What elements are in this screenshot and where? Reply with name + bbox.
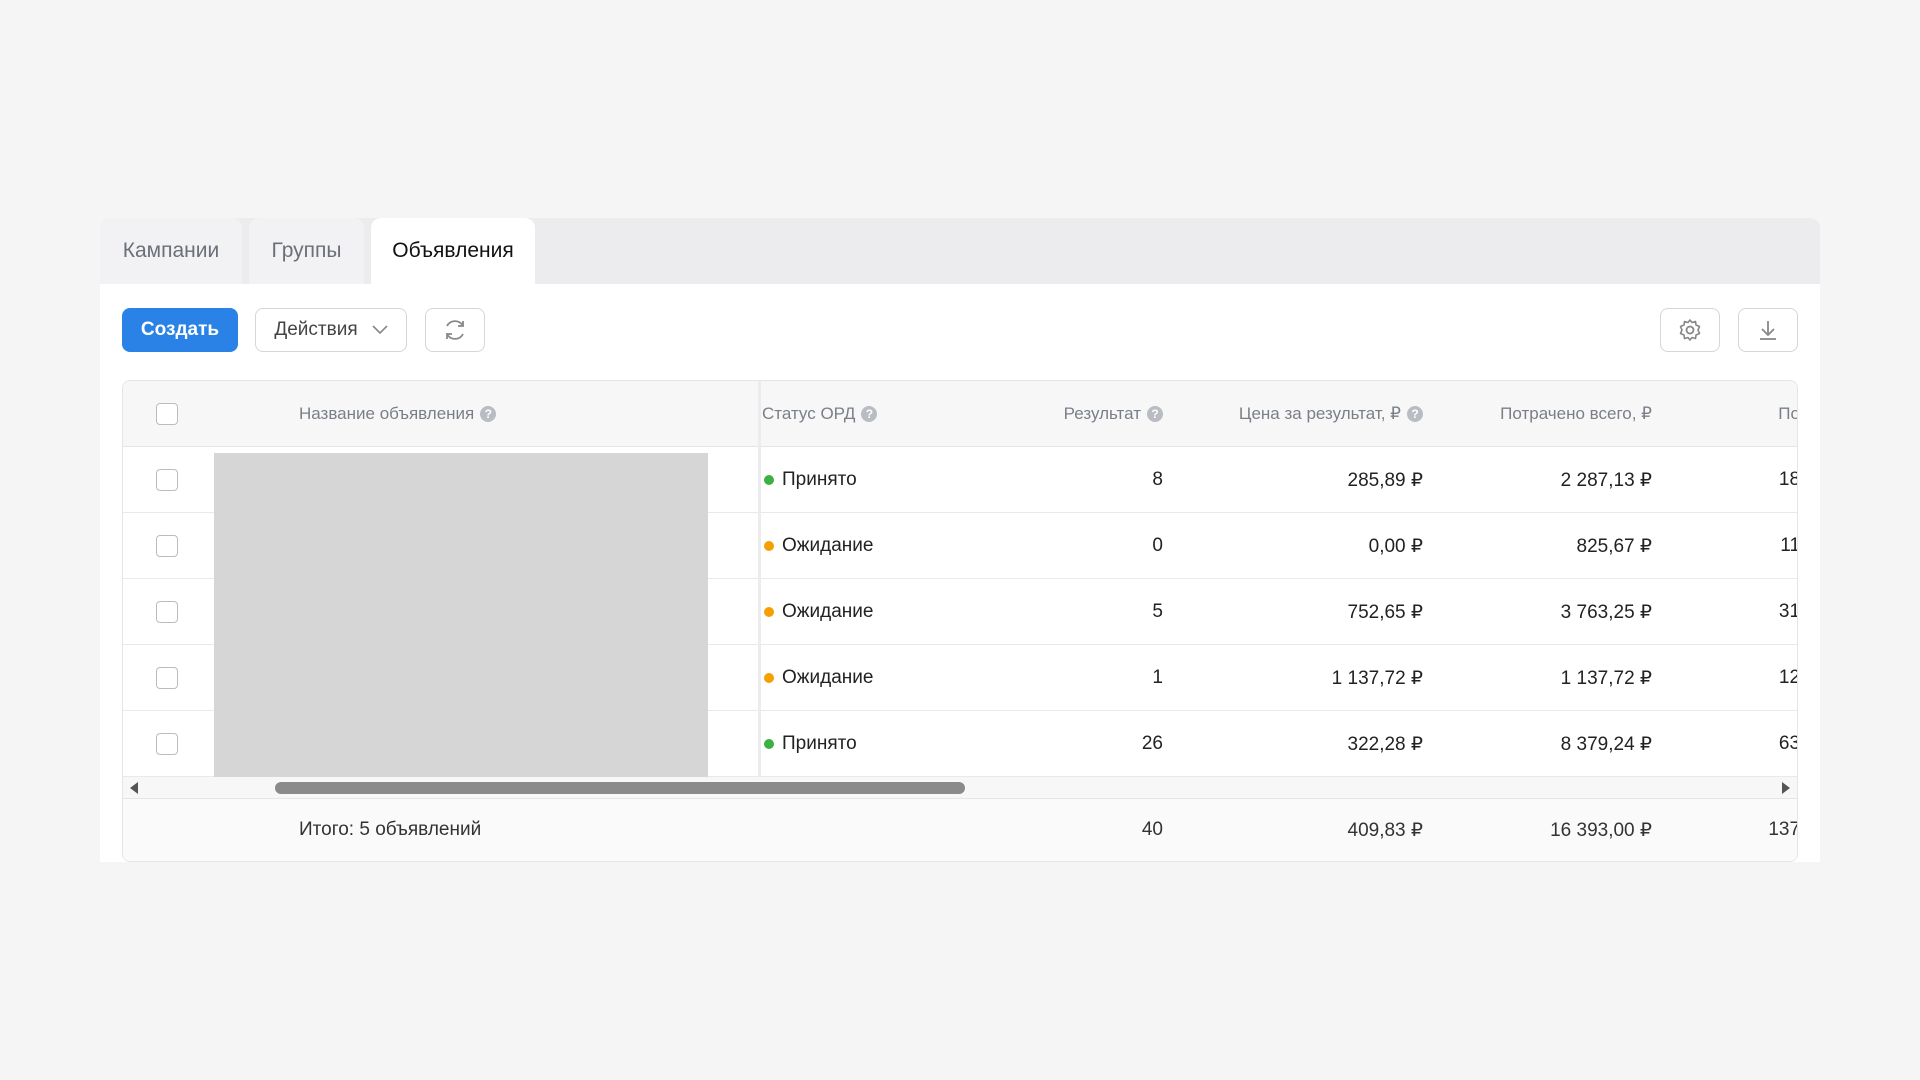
row-checkbox[interactable]: [156, 601, 178, 623]
column-header-name-label: Название объявления: [299, 404, 475, 423]
chevron-down-icon: [372, 325, 388, 335]
status-text: Принято: [782, 469, 857, 490]
refresh-button[interactable]: [425, 308, 485, 352]
column-header-spent[interactable]: Потрачено всего, ₽: [1373, 381, 1652, 447]
total-label: Итого: 5 объявлений: [299, 819, 482, 840]
status-cell: Ожидание: [764, 513, 873, 579]
impressions-cell: 18 389: [1778, 469, 1798, 490]
table-header: Название объявления ? Статус ОРД ? Резул…: [123, 381, 1797, 447]
download-icon: [1755, 317, 1781, 343]
total-spent: 16 393,00 ₽: [1550, 819, 1652, 841]
spent-cell: 825,67 ₽: [1576, 535, 1652, 557]
row-checkbox[interactable]: [156, 469, 178, 491]
spent-cell: 1 137,72 ₽: [1560, 667, 1652, 689]
status-dot: [764, 475, 774, 485]
status-text: Ожидание: [782, 535, 874, 556]
ads-panel: Кампании Группы Объявления Создать Дейст…: [100, 218, 1820, 862]
spent-cell: 2 287,13 ₽: [1560, 469, 1652, 491]
column-header-status-label: Статус ОРД: [762, 404, 856, 423]
tab-campaigns[interactable]: Кампании: [100, 218, 242, 284]
column-header-status[interactable]: Статус ОРД ?: [762, 381, 878, 447]
row-checkbox[interactable]: [156, 535, 178, 557]
tab-content: Создать Действия Название объявления ? С…: [100, 284, 1820, 862]
column-header-impressions[interactable]: Показы: [1623, 381, 1797, 447]
status-cell: Ожидание: [764, 645, 873, 711]
tab-ads[interactable]: Объявления: [371, 218, 535, 284]
download-button[interactable]: [1738, 308, 1798, 352]
column-header-impressions-label: Показы: [1778, 404, 1797, 423]
create-button[interactable]: Создать: [122, 308, 238, 352]
scroll-thumb[interactable]: [275, 782, 965, 794]
status-dot: [764, 607, 774, 617]
gear-icon: [1677, 317, 1703, 343]
horizontal-scrollbar[interactable]: [123, 777, 1797, 799]
row-checkbox[interactable]: [156, 733, 178, 755]
status-cell: Ожидание: [764, 579, 873, 645]
status-cell: Принято: [764, 711, 857, 777]
actions-label: Действия: [274, 319, 358, 340]
scroll-right-arrow-icon[interactable]: [1782, 782, 1790, 794]
status-cell: Принято: [764, 447, 857, 513]
refresh-icon: [442, 317, 468, 343]
status-text: Ожидание: [782, 667, 874, 688]
status-text: Принято: [782, 733, 857, 754]
impressions-cell: 63 604: [1778, 733, 1798, 754]
ad-names-placeholder: [214, 453, 708, 777]
actions-dropdown[interactable]: Действия: [255, 308, 407, 352]
impressions-cell: 11 539: [1780, 535, 1797, 556]
tab-bar: Кампании Группы Объявления: [100, 218, 1820, 284]
impressions-cell: 12 602: [1778, 667, 1798, 688]
ads-table: Название объявления ? Статус ОРД ? Резул…: [122, 380, 1798, 862]
spent-cell: 8 379,24 ₽: [1560, 733, 1652, 755]
help-icon[interactable]: ?: [480, 406, 497, 422]
tab-groups[interactable]: Группы: [249, 218, 364, 284]
status-dot: [764, 673, 774, 683]
status-dot: [764, 541, 774, 551]
select-all-checkbox[interactable]: [156, 403, 178, 425]
status-text: Ожидание: [782, 601, 874, 622]
status-dot: [764, 739, 774, 749]
scroll-left-arrow-icon[interactable]: [130, 782, 138, 794]
help-icon[interactable]: ?: [861, 406, 878, 422]
total-impressions: 137 817: [1768, 819, 1798, 840]
settings-button[interactable]: [1660, 308, 1720, 352]
impressions-cell: 31 683: [1778, 601, 1798, 622]
row-checkbox[interactable]: [156, 667, 178, 689]
table-footer: Итого: 5 объявлений 40 409,83 ₽ 16 393,0…: [123, 799, 1798, 861]
spent-cell: 3 763,25 ₽: [1560, 601, 1652, 623]
column-header-name[interactable]: Название объявления ?: [299, 381, 497, 447]
frozen-column-divider: [758, 381, 761, 777]
